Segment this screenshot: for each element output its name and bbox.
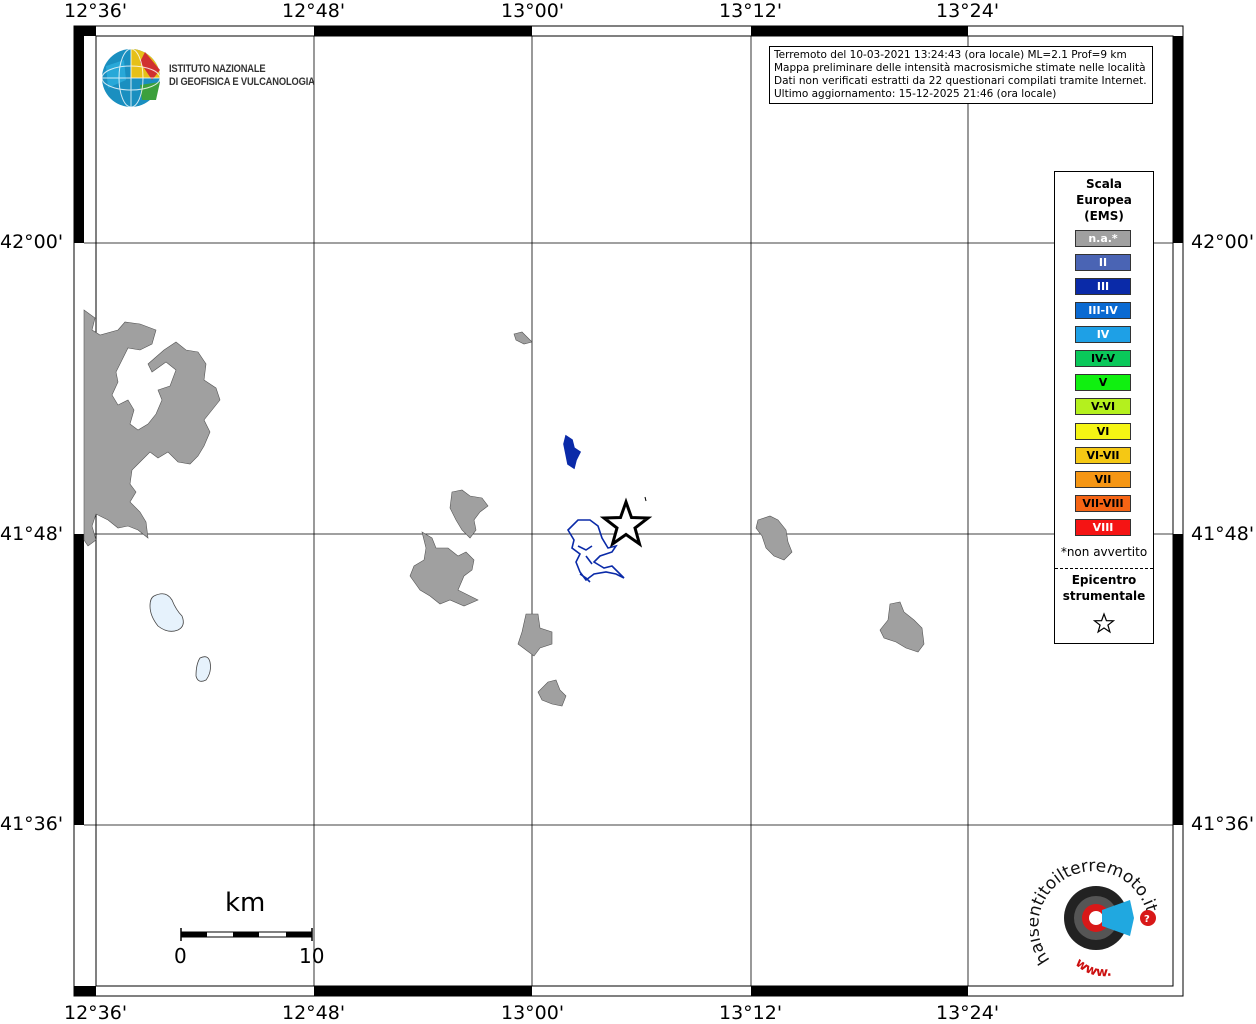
lon-label-top-1: 12°36': [64, 0, 128, 22]
legend-swatch-III: III: [1075, 278, 1131, 295]
ems-legend: Scala Europea (EMS) n.a.* II III III-IV …: [1054, 171, 1154, 644]
lat-label-left-1: 42°00': [0, 231, 64, 253]
legend-swatch-VI-VII: VI-VII: [1075, 447, 1131, 464]
legend-na-note: *non avvertito: [1060, 545, 1148, 559]
event-info-box: Terremoto del 10-03-2021 13:24:43 (ora l…: [769, 46, 1153, 104]
lon-label-bottom-4: 13°12': [719, 1002, 783, 1024]
lat-label-left-3: 41°36': [0, 813, 64, 835]
lat-label-right-2: 41°48': [1191, 523, 1255, 545]
lon-label-top-3: 13°00': [501, 0, 565, 22]
legend-swatch-VI: VI: [1075, 423, 1131, 440]
scale-bar-unit: km: [225, 888, 266, 918]
ingv-logo-line1: ISTITUTO NAZIONALE: [169, 63, 266, 75]
legend-swatch-V: V: [1075, 374, 1131, 391]
legend-epicenter-label: Epicentro strumentale: [1055, 572, 1153, 604]
legend-epicenter-line1: Epicentro: [1071, 573, 1137, 587]
scale-bar-start: 0: [174, 944, 187, 968]
legend-star-icon: [1093, 612, 1115, 634]
event-info-line1: Terremoto del 10-03-2021 13:24:43 (ora l…: [774, 49, 1127, 61]
legend-swatch-V-VI: V-VI: [1075, 398, 1131, 415]
lon-label-bottom-2: 12°48': [282, 1002, 346, 1024]
lat-label-right-1: 42°00': [1191, 231, 1255, 253]
legend-swatch-IV: IV: [1075, 326, 1131, 343]
scale-bar-end: 10: [299, 944, 325, 968]
event-info-line3: Dati non verificati estratti da 22 quest…: [774, 75, 1147, 87]
event-info-line4: Ultimo aggiornamento: 15-12-2025 21:46 (…: [774, 88, 1057, 100]
lon-label-top-5: 13°24': [936, 0, 1000, 22]
haisentito-logo: haisentitoilterremoto.it www. ?: [1030, 860, 1161, 980]
legend-swatch-VII-VIII: VII-VIII: [1075, 495, 1131, 512]
lon-label-top-2: 12°48': [282, 0, 346, 22]
haisentito-logo-www: www.: [1072, 956, 1112, 980]
legend-swatch-VII: VII: [1075, 471, 1131, 488]
lon-label-bottom-3: 13°00': [501, 1002, 565, 1024]
legend-swatch-II: II: [1075, 254, 1131, 271]
legend-swatch-na: n.a.*: [1075, 230, 1131, 247]
haisentito-logo-www-text: www.: [1072, 956, 1112, 980]
legend-swatch-VIII: VIII: [1075, 519, 1131, 536]
lon-label-top-4: 13°12': [719, 0, 783, 22]
svg-text:?: ?: [1144, 914, 1150, 925]
legend-title-line3: (EMS): [1084, 209, 1124, 223]
legend-title: Scala Europea (EMS): [1055, 176, 1153, 224]
lon-label-bottom-1: 12°36': [64, 1002, 128, 1024]
ingv-globe-icon: [101, 48, 161, 108]
ingv-logo-text: ISTITUTO NAZIONALE DI GEOFISICA E VULCAN…: [169, 63, 315, 89]
legend-separator: [1055, 568, 1153, 569]
legend-title-line2: Europea: [1076, 193, 1132, 207]
legend-swatch-IV-V: IV-V: [1075, 350, 1131, 367]
lat-label-right-3: 41°36': [1191, 813, 1255, 835]
lon-label-bottom-5: 13°24': [936, 1002, 1000, 1024]
lat-label-left-2: 41°48': [0, 523, 64, 545]
legend-title-line1: Scala: [1085, 177, 1123, 191]
legend-swatch-III-IV: III-IV: [1075, 302, 1131, 319]
legend-epicenter-line2: strumentale: [1062, 589, 1146, 603]
event-info-line2: Mappa preliminare delle intensità macros…: [774, 62, 1146, 74]
ingv-logo-line2: DI GEOFISICA E VULCANOLOGIA: [169, 76, 315, 88]
